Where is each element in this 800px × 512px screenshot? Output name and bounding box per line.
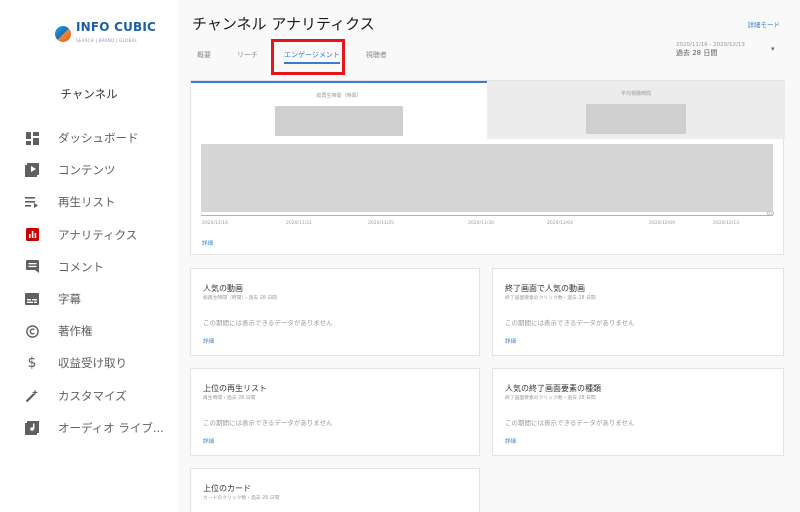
card-detail-link[interactable]: 詳細	[505, 337, 516, 345]
sidebar-item-audio-library[interactable]: オーディオ ライブ...	[0, 412, 178, 444]
logo-text: INFO CUBIC	[76, 20, 157, 34]
metric-tab-avg-view-duration[interactable]: 平均視聴時間	[487, 81, 785, 139]
sidebar-item-label: 著作権	[58, 324, 93, 339]
metric-label: 平均視聴時間	[620, 91, 651, 97]
channel-label: チャンネル	[60, 87, 118, 101]
engagement-chart-card: 総再生時間（時間） 平均視聴時間 0.0 2020/11/16 2020/11/…	[190, 80, 785, 255]
sidebar-item-monetization[interactable]: $ 収益受け取り	[0, 347, 178, 379]
x-tick-label: 2020/11/16	[202, 221, 228, 226]
x-tick-label: 2020/12/09	[649, 221, 675, 226]
advanced-mode-link[interactable]: 詳細モード	[748, 19, 781, 29]
highlight-box	[271, 39, 345, 75]
metric-value-placeholder	[586, 104, 686, 134]
sidebar-item-label: アナリティクス	[58, 227, 138, 242]
card-end-screen-element-types: 人気の終了画面要素の種類 終了画面要素のクリック数・過去 28 日間 この期間に…	[492, 368, 784, 456]
card-empty-message: この期間には表示できるデータがありません	[505, 319, 635, 327]
metric-value-placeholder	[275, 106, 403, 136]
card-top-videos: 人気の動画 総再生時間（時間）・過去 28 日間 この期間には表示できるデータが…	[190, 268, 480, 356]
page-title: チャンネル アナリティクス	[192, 15, 375, 33]
card-title: 上位のカード	[203, 484, 251, 493]
card-title: 人気の動画	[203, 284, 243, 293]
card-detail-link[interactable]: 詳細	[203, 337, 214, 345]
date-period-text: 過去 28 日間	[676, 49, 718, 57]
card-top-playlists: 上位の再生リスト 再生時間・過去 28 日間 この期間には表示できるデータがあり…	[190, 368, 480, 456]
tab-reach[interactable]: リーチ	[237, 50, 258, 60]
x-tick-label: 2020/12/04	[547, 221, 573, 226]
card-title: 終了画面で人気の動画	[505, 284, 585, 293]
magic-wand-icon	[24, 388, 40, 404]
date-range-text: 2020/11/16 - 2020/12/13	[676, 42, 745, 48]
card-top-end-screen-videos: 終了画面で人気の動画 終了画面要素のクリック数・過去 28 日間 この期間には表…	[492, 268, 784, 356]
sidebar: INFO CUBIC SEARCH | BRAND | GLOBAL チャンネル…	[0, 0, 178, 512]
studio-page: INFO CUBIC SEARCH | BRAND | GLOBAL チャンネル…	[0, 0, 800, 512]
x-tick-label: 2020/11/30	[468, 221, 494, 226]
comment-icon	[24, 259, 40, 275]
date-range-selector[interactable]: 2020/11/16 - 2020/12/13 過去 28 日間	[676, 41, 745, 57]
sidebar-item-label: 再生リスト	[58, 195, 116, 210]
card-empty-message: この期間には表示できるデータがありません	[505, 419, 635, 427]
tab-overview[interactable]: 概要	[197, 50, 211, 60]
sidebar-item-label: オーディオ ライブ...	[58, 420, 164, 435]
sidebar-item-playlists[interactable]: 再生リスト	[0, 186, 178, 218]
chart-detail-link[interactable]: 詳細	[202, 239, 213, 247]
audio-library-icon	[24, 420, 40, 436]
sidebar-item-customize[interactable]: カスタマイズ	[0, 380, 178, 412]
dollar-icon: $	[27, 355, 37, 372]
sidebar-item-label: コンテンツ	[58, 163, 116, 178]
card-subtitle: 終了画面要素のクリック数・過去 28 日間	[505, 396, 596, 401]
sidebar-item-label: ダッシュボード	[58, 131, 139, 146]
info-cubic-logo-icon	[55, 26, 71, 42]
x-tick-label: 2020/11/21	[286, 221, 312, 226]
sidebar-item-comments[interactable]: コメント	[0, 251, 178, 283]
card-subtitle: 総再生時間（時間）・過去 28 日間	[203, 296, 277, 301]
analytics-icon	[24, 227, 40, 243]
card-empty-message: この期間には表示できるデータがありません	[203, 419, 333, 427]
card-title: 上位の再生リスト	[203, 384, 267, 393]
card-title: 人気の終了画面要素の種類	[505, 384, 601, 393]
tab-audience[interactable]: 視聴者	[366, 50, 387, 60]
chevron-down-icon[interactable]: ▾	[771, 45, 775, 53]
x-tick-label: 2020/11/25	[368, 221, 394, 226]
card-detail-link[interactable]: 詳細	[505, 437, 516, 445]
video-content-icon	[24, 162, 40, 178]
y-tick-label: 0.0	[767, 212, 775, 217]
card-subtitle: 再生時間・過去 28 日間	[203, 396, 256, 401]
sidebar-item-dashboard[interactable]: ダッシュボード	[0, 122, 178, 154]
sidebar-item-label: カスタマイズ	[58, 388, 127, 403]
logo-subtext: SEARCH | BRAND | GLOBAL	[76, 38, 138, 43]
copyright-icon	[24, 323, 40, 339]
metric-label: 総再生時間（時間）	[316, 93, 362, 99]
sidebar-item-content[interactable]: コンテンツ	[0, 154, 178, 186]
card-subtitle: カードのクリック数・過去 28 日間	[203, 496, 280, 501]
sidebar-nav: ダッシュボード コンテンツ 再生リスト アナリティクス コメント 字幕 著作権 …	[0, 122, 178, 444]
card-empty-message: この期間には表示できるデータがありません	[203, 319, 333, 327]
sidebar-item-analytics[interactable]: アナリティクス	[0, 219, 178, 251]
subtitles-icon	[24, 291, 40, 307]
x-tick-label: 2020/12/13	[713, 221, 739, 226]
card-detail-link[interactable]: 詳細	[203, 437, 214, 445]
sidebar-item-label: コメント	[58, 259, 104, 274]
card-subtitle: 終了画面要素のクリック数・過去 28 日間	[505, 296, 596, 301]
chart-plot-area	[201, 144, 773, 212]
sidebar-item-subtitles[interactable]: 字幕	[0, 283, 178, 315]
chart-series-line	[201, 215, 773, 216]
sidebar-item-label: 字幕	[58, 292, 81, 307]
playlist-icon	[24, 194, 40, 210]
channel-logo[interactable]: INFO CUBIC SEARCH | BRAND | GLOBAL	[55, 20, 157, 46]
dashboard-icon	[24, 130, 40, 146]
metric-tab-watch-time[interactable]: 総再生時間（時間）	[191, 81, 487, 139]
sidebar-item-copyright[interactable]: 著作権	[0, 315, 178, 347]
card-top-cards: 上位のカード カードのクリック数・過去 28 日間	[190, 468, 480, 512]
sidebar-item-label: 収益受け取り	[58, 356, 127, 371]
